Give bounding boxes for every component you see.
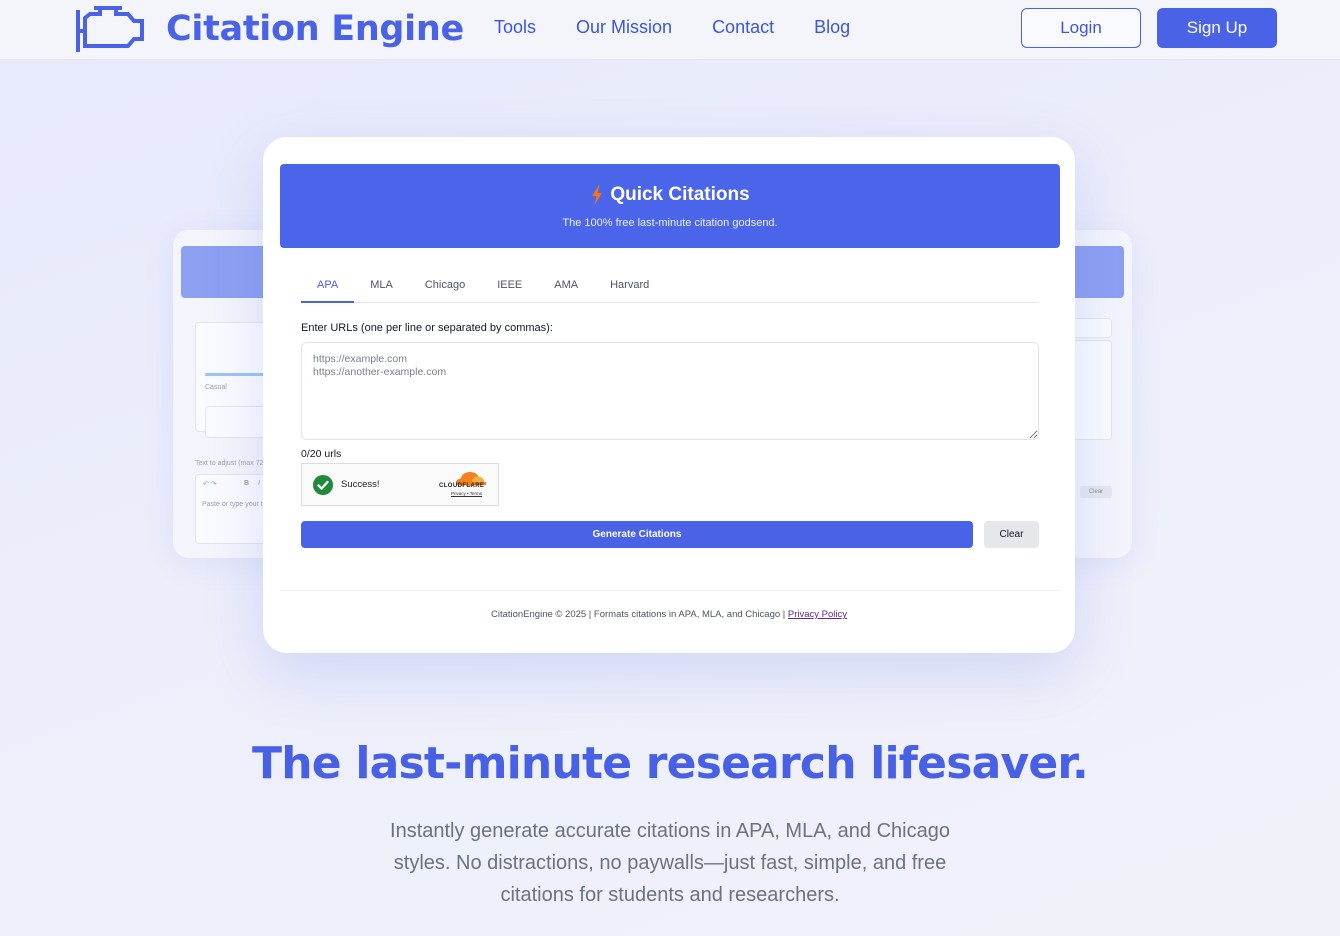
- brand-link[interactable]: Citation Engine: [76, 4, 464, 54]
- hero-title: The last-minute research lifesaver.: [252, 738, 1089, 789]
- brand-name: Citation Engine: [166, 9, 464, 49]
- engine-icon: [76, 6, 144, 52]
- italic-icon: I: [258, 480, 260, 487]
- tab-ieee[interactable]: IEEE: [481, 274, 538, 303]
- citation-style-tabs: APA MLA Chicago IEEE AMA Harvard: [301, 274, 1039, 303]
- captcha-links[interactable]: Privacy • Terms: [451, 491, 482, 496]
- url-input-label: Enter URLs (one per line or separated by…: [301, 322, 553, 334]
- preview-slider: [205, 373, 265, 376]
- bold-icon: B: [244, 480, 250, 487]
- nav-link-tools[interactable]: Tools: [494, 17, 536, 38]
- clear-button[interactable]: Clear: [984, 521, 1039, 548]
- footer-text: CitationEngine © 2025 | Formats citation…: [490, 609, 788, 620]
- nav-link-contact[interactable]: Contact: [712, 17, 774, 38]
- nav-link-our-mission[interactable]: Our Mission: [576, 17, 672, 38]
- card-title: Quick Citations: [280, 184, 1060, 206]
- tab-chicago[interactable]: Chicago: [409, 274, 481, 303]
- generate-citations-button[interactable]: Generate Citations: [301, 521, 973, 548]
- captcha-status: Success!: [341, 479, 380, 490]
- quick-citations-card: Quick Citations The 100% free last-minut…: [263, 137, 1075, 653]
- sign-up-button[interactable]: Sign Up: [1157, 8, 1277, 48]
- nav-links: Tools Our Mission Contact Blog: [494, 17, 850, 38]
- preview-clear-button: Clear: [1080, 486, 1112, 498]
- cloudflare-name: CLOUDFLARE: [439, 483, 485, 489]
- card-footer: CitationEngine © 2025 | Formats citation…: [263, 609, 1075, 620]
- tab-harvard[interactable]: Harvard: [594, 274, 665, 303]
- preview-label-text: Text to adjust (max 72: [195, 460, 264, 467]
- undo-icon: ↶ ↷: [203, 481, 217, 488]
- tab-mla[interactable]: MLA: [354, 274, 409, 303]
- hero-subtitle: Instantly generate accurate citations in…: [390, 820, 950, 906]
- navbar: Citation Engine Tools Our Mission Contac…: [0, 0, 1340, 60]
- tab-apa[interactable]: APA: [301, 274, 355, 303]
- privacy-policy-link[interactable]: Privacy Policy: [788, 609, 847, 620]
- check-icon: [313, 475, 333, 495]
- preview-placeholder: Paste or type your te: [202, 501, 267, 508]
- nav-link-blog[interactable]: Blog: [814, 17, 850, 38]
- login-button[interactable]: Login: [1021, 8, 1141, 48]
- tab-ama[interactable]: AMA: [538, 274, 594, 303]
- card-header: Quick Citations The 100% free last-minut…: [280, 164, 1060, 248]
- url-counter: 0/20 urls: [301, 448, 342, 460]
- url-input[interactable]: [301, 342, 1039, 440]
- card-subtitle: The 100% free last-minute citation godse…: [562, 217, 778, 229]
- bolt-icon: [592, 185, 603, 205]
- card-title-text: Quick Citations: [610, 184, 750, 205]
- preview-label-casual: Casual: [205, 384, 227, 391]
- card-divider: [280, 590, 1060, 591]
- captcha-widget[interactable]: Success! CLOUDFLARE Privacy • Terms: [301, 463, 499, 506]
